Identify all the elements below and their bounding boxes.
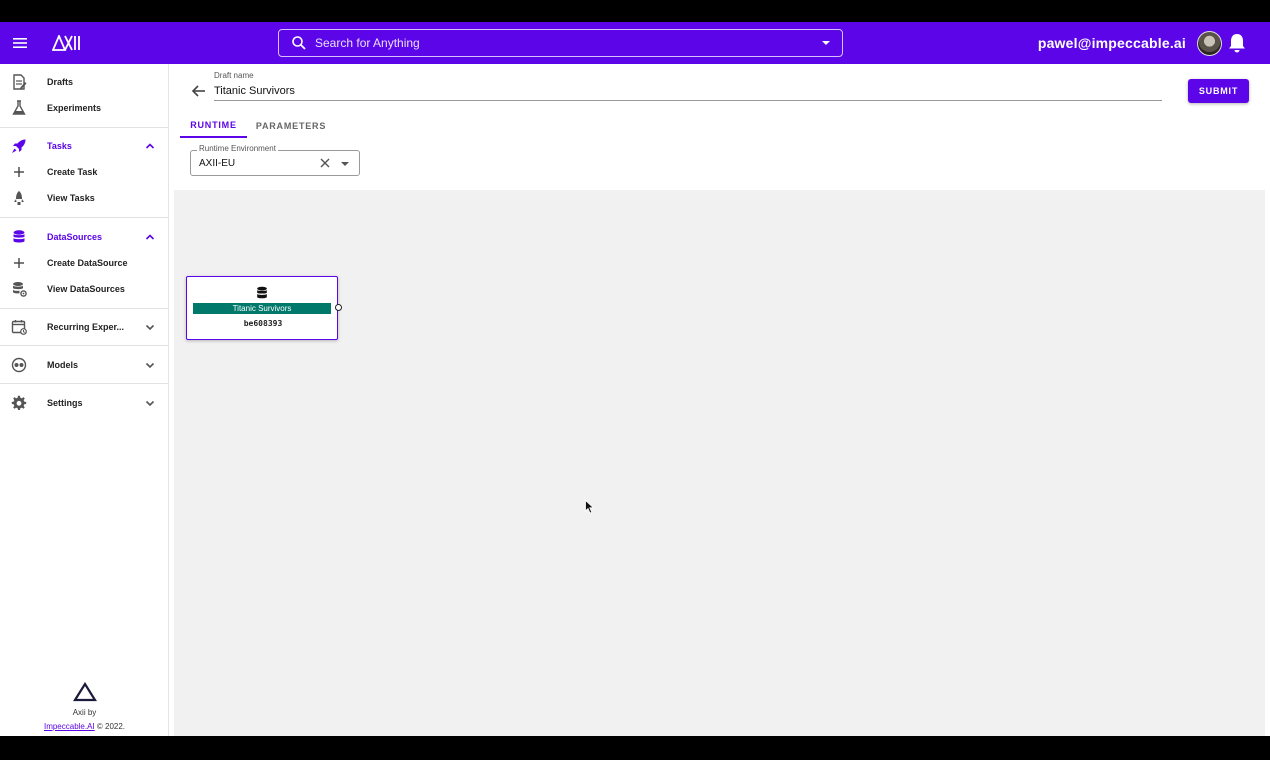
- chevron-down-icon[interactable]: [145, 360, 155, 370]
- sidebar-item-label: DataSources: [47, 232, 103, 242]
- back-arrow-icon[interactable]: [190, 82, 208, 100]
- avatar[interactable]: [1197, 31, 1222, 56]
- node-id: be608393: [243, 319, 283, 328]
- drafts-icon: [13, 74, 27, 90]
- sidebar-divider: [0, 383, 169, 384]
- sidebar-item-datasources[interactable]: DataSources: [0, 224, 169, 250]
- plus-icon: [14, 167, 24, 177]
- gear-icon: [11, 395, 27, 411]
- impeccable-logo-icon: [72, 682, 97, 702]
- node-output-port[interactable]: [335, 304, 342, 311]
- sidebar-item-experiments[interactable]: Experiments: [0, 95, 169, 121]
- footer-caption: Axii by: [72, 708, 97, 717]
- sidebar-item-label: Tasks: [47, 141, 72, 151]
- mouse-cursor-icon: [585, 500, 595, 514]
- submit-button[interactable]: SUBMIT: [1188, 79, 1249, 103]
- database-icon: [13, 230, 25, 243]
- draft-name-label: Draft name: [214, 71, 254, 80]
- hamburger-icon: [13, 38, 27, 48]
- sidebar-item-label: Create DataSource: [47, 258, 128, 268]
- sidebar-item-models[interactable]: Models: [0, 352, 169, 378]
- search-dropdown-icon[interactable]: [822, 41, 830, 45]
- sidebar-item-label: Recurring Exper...: [47, 322, 125, 332]
- search-input[interactable]: [315, 33, 795, 53]
- sidebar-item-label: View Tasks: [47, 193, 95, 203]
- sidebar-item-recurring-experiments[interactable]: Recurring Exper...: [0, 314, 169, 340]
- user-email[interactable]: pawel@impeccable.ai: [1038, 35, 1186, 51]
- impeccable-link[interactable]: Impeccable.AI: [44, 722, 95, 731]
- app-window: pawel@impeccable.ai Drafts Experiments: [0, 22, 1270, 736]
- sidebar-item-label: Experiments: [47, 103, 102, 113]
- node-title: Titanic Survivors: [193, 303, 331, 314]
- sidebar-item-view-datasources[interactable]: View DataSources: [0, 276, 169, 302]
- footer-copyright-text: © 2022.: [94, 722, 126, 731]
- plus-icon: [14, 258, 24, 268]
- axii-logo-icon: [52, 35, 80, 51]
- menu-button[interactable]: [8, 31, 32, 55]
- app-bar: pawel@impeccable.ai: [0, 22, 1270, 64]
- flask-icon: [12, 100, 26, 115]
- sidebar-divider: [0, 345, 169, 346]
- close-icon[interactable]: [319, 157, 331, 169]
- chevron-up-icon[interactable]: [145, 141, 155, 151]
- sidebar-item-tasks[interactable]: Tasks: [0, 133, 169, 159]
- sidebar: Drafts Experiments Tasks Create Task Vie…: [0, 64, 169, 736]
- sidebar-item-view-tasks[interactable]: View Tasks: [0, 185, 169, 211]
- global-search[interactable]: [278, 29, 843, 57]
- sidebar-item-label: Drafts: [47, 77, 74, 87]
- dropdown-arrow-icon[interactable]: [341, 162, 349, 166]
- pipeline-canvas[interactable]: Titanic Survivors be608393: [174, 190, 1265, 736]
- chevron-down-icon[interactable]: [145, 398, 155, 408]
- footer-copyright: Impeccable.AI © 2022.: [0, 722, 169, 731]
- chevron-up-icon[interactable]: [145, 232, 155, 242]
- tab-runtime[interactable]: RUNTIME: [180, 114, 247, 138]
- datasource-node[interactable]: Titanic Survivors be608393: [186, 276, 338, 340]
- sidebar-item-settings[interactable]: Settings: [0, 390, 169, 416]
- sidebar-item-label: Create Task: [47, 167, 98, 177]
- calendar-icon: [11, 320, 27, 335]
- search-icon: [292, 36, 306, 50]
- notification-bell-icon[interactable]: [1226, 32, 1248, 54]
- chevron-down-icon[interactable]: [145, 322, 155, 332]
- models-icon: [11, 357, 27, 373]
- database-icon: [257, 286, 267, 299]
- sidebar-item-create-datasource[interactable]: Create DataSource: [0, 250, 169, 276]
- sidebar-divider: [0, 308, 169, 309]
- sidebar-item-label: View DataSources: [47, 284, 125, 294]
- rocket-outline-icon: [14, 191, 24, 205]
- sidebar-divider: [0, 127, 169, 128]
- draft-name-input[interactable]: [214, 81, 1162, 101]
- app-logo[interactable]: [52, 33, 82, 53]
- runtime-environment-value: AXII-EU: [199, 158, 236, 169]
- tab-parameters[interactable]: PARAMETERS: [251, 114, 331, 138]
- runtime-environment-select[interactable]: Runtime Environment AXII-EU: [190, 144, 360, 176]
- sidebar-item-label: Models: [47, 360, 79, 370]
- sidebar-item-create-task[interactable]: Create Task: [0, 159, 169, 185]
- runtime-environment-label: Runtime Environment: [197, 144, 278, 153]
- database-gear-icon: [13, 282, 27, 297]
- sidebar-item-label: Settings: [47, 398, 83, 408]
- rocket-icon: [12, 139, 26, 153]
- sidebar-item-drafts[interactable]: Drafts: [0, 69, 169, 95]
- sidebar-divider: [0, 217, 169, 218]
- sidebar-footer: Axii by Impeccable.AI © 2022.: [0, 682, 169, 731]
